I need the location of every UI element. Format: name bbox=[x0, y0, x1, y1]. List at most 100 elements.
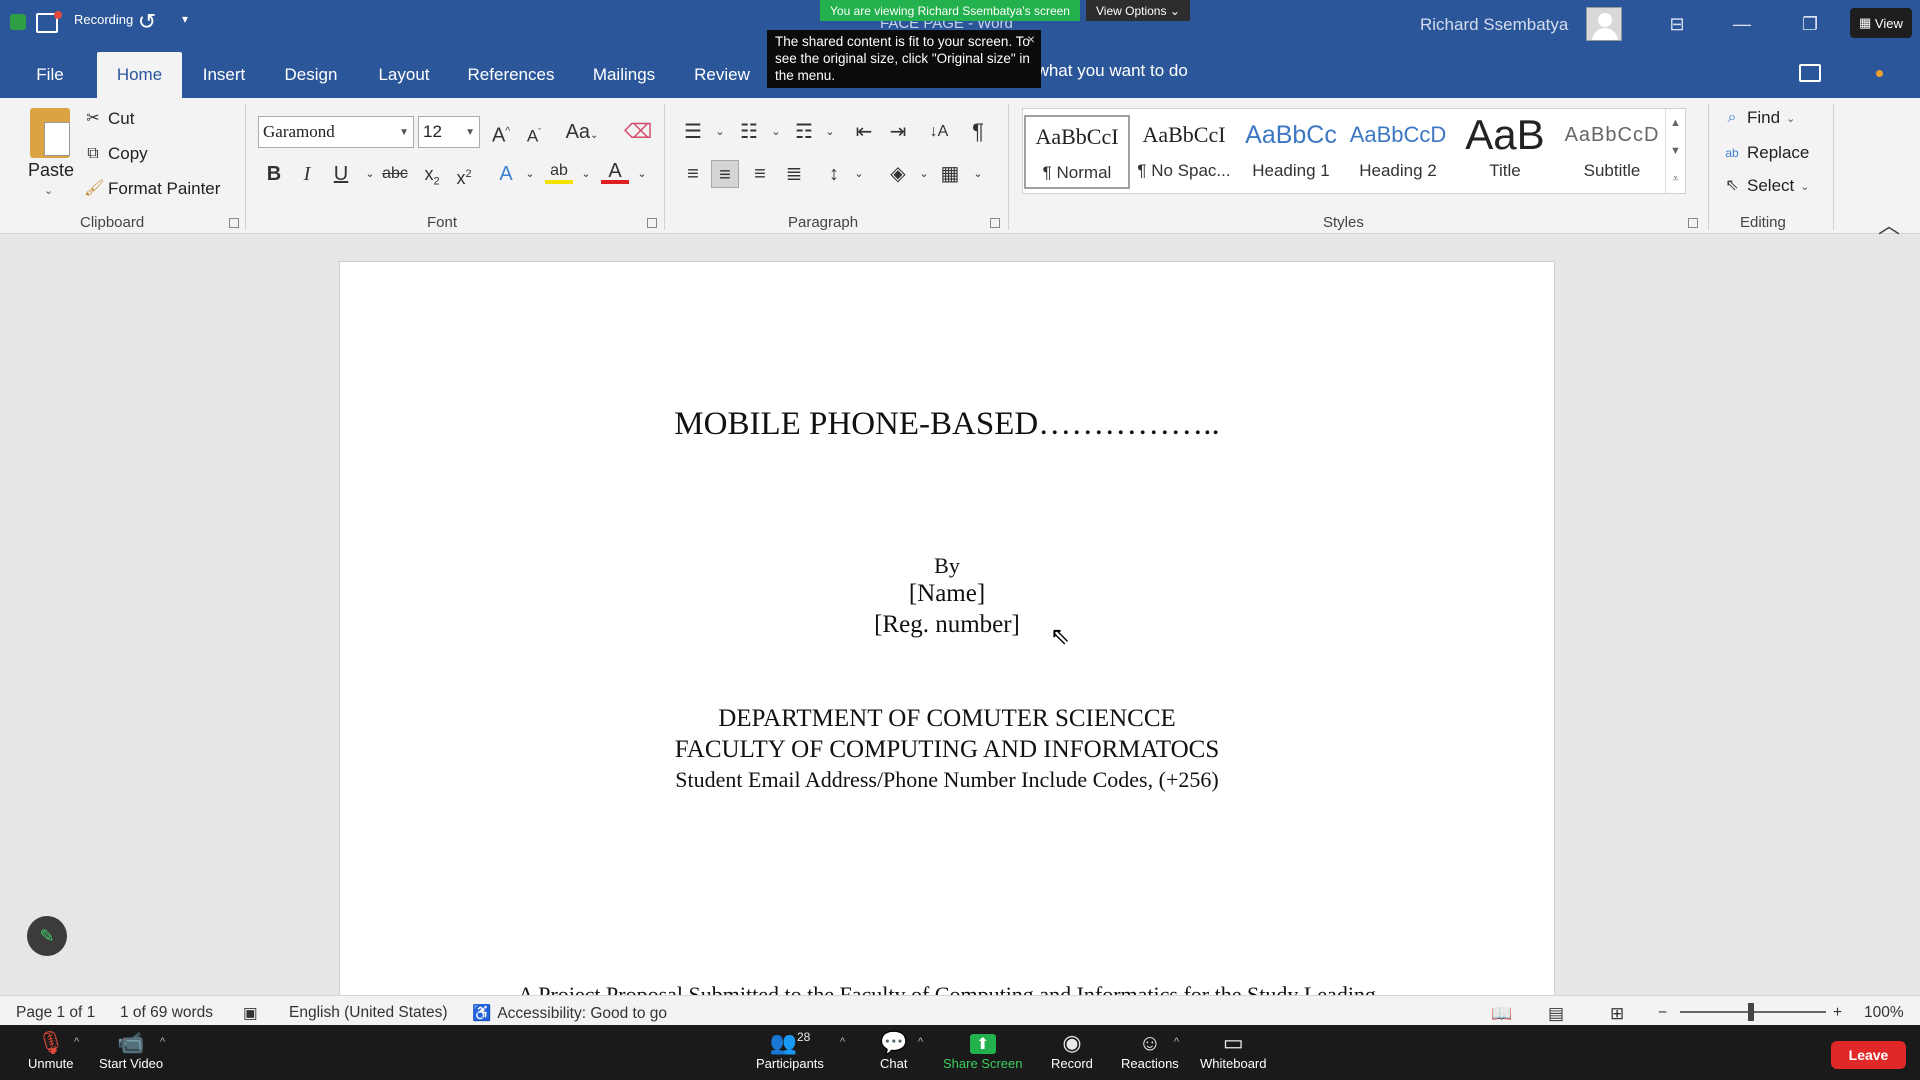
record-button[interactable]: ◉ Record bbox=[1051, 1030, 1093, 1071]
font-launcher-icon[interactable] bbox=[647, 218, 657, 228]
user-avatar[interactable] bbox=[1586, 7, 1622, 41]
page-count[interactable]: Page 1 of 1 bbox=[16, 1004, 95, 1022]
decrease-indent-icon[interactable]: ⇤ bbox=[850, 118, 878, 146]
numbering-icon[interactable]: ☷ bbox=[735, 118, 763, 146]
paragraph-launcher-icon[interactable] bbox=[990, 218, 1000, 228]
show-formatting-marks-icon[interactable]: ¶ bbox=[964, 118, 992, 146]
accessibility-status[interactable]: ♿ Accessibility: Good to go bbox=[472, 1004, 667, 1023]
font-size-select[interactable]: 12 ▼ bbox=[418, 116, 480, 148]
quick-access-dropdown-icon[interactable]: ▾ bbox=[182, 12, 188, 26]
user-name[interactable]: Richard Ssembatya bbox=[1420, 15, 1568, 35]
italic-button[interactable]: I bbox=[293, 160, 321, 188]
zoom-out-icon[interactable]: − bbox=[1658, 1004, 1667, 1022]
highlight-dropdown-icon[interactable]: ⌄ bbox=[572, 160, 600, 188]
language-status[interactable]: English (United States) bbox=[289, 1004, 448, 1022]
style-no-spacing[interactable]: AaBbCcI ¶ No Spac... bbox=[1131, 115, 1237, 189]
copy-button[interactable]: ⧉ Copy bbox=[84, 144, 147, 164]
shading-dropdown-icon[interactable]: ⌄ bbox=[910, 160, 938, 188]
align-right-icon[interactable]: ≡ bbox=[746, 160, 774, 188]
styles-scroll[interactable]: ▲ ▼ ⩡ bbox=[1665, 109, 1685, 193]
tab-mailings[interactable]: Mailings bbox=[585, 52, 663, 98]
select-button[interactable]: ⇖ Select ⌄ bbox=[1723, 176, 1809, 196]
zoom-slider-thumb[interactable] bbox=[1748, 1003, 1754, 1021]
multilevel-list-icon[interactable]: ☶ bbox=[790, 118, 818, 146]
shading-icon[interactable]: ◈ bbox=[884, 160, 912, 188]
clipboard-launcher-icon[interactable] bbox=[229, 218, 239, 228]
share-screen-button[interactable]: ⬆ Share Screen bbox=[943, 1030, 1023, 1071]
highlight-color-icon[interactable]: ab bbox=[545, 160, 573, 184]
sort-icon[interactable]: ↓A bbox=[925, 118, 953, 146]
tab-file[interactable]: File bbox=[26, 52, 74, 98]
zoom-in-icon[interactable]: + bbox=[1833, 1004, 1842, 1022]
style-subtitle[interactable]: AaBbCcD Subtitle bbox=[1559, 115, 1665, 189]
web-layout-icon[interactable]: ⊞ bbox=[1610, 1004, 1624, 1024]
tab-insert[interactable]: Insert bbox=[195, 52, 253, 98]
comments-icon[interactable] bbox=[1799, 64, 1821, 82]
increase-indent-icon[interactable]: ⇥ bbox=[884, 118, 912, 146]
format-painter-button[interactable]: 🖌 Format Painter bbox=[84, 179, 220, 199]
view-options-button[interactable]: View Options ⌄ bbox=[1086, 0, 1190, 21]
style-heading-1[interactable]: AaBbCc Heading 1 bbox=[1238, 115, 1344, 189]
bullets-icon[interactable]: ☰ bbox=[679, 118, 707, 146]
unmute-button[interactable]: 🎙 Unmute bbox=[28, 1030, 74, 1071]
ribbon-display-icon[interactable]: ⊟ bbox=[1665, 12, 1689, 36]
paste-icon[interactable] bbox=[30, 108, 70, 158]
underline-dropdown-icon[interactable]: ⌄ bbox=[356, 160, 384, 188]
bold-button[interactable]: B bbox=[260, 160, 288, 188]
justify-icon[interactable]: ≣ bbox=[780, 160, 808, 188]
reactions-chevron-icon[interactable]: ^ bbox=[1174, 1036, 1179, 1048]
restore-icon[interactable]: ❐ bbox=[1798, 12, 1822, 36]
styles-launcher-icon[interactable] bbox=[1688, 218, 1698, 228]
shrink-font-icon[interactable]: Aˇ bbox=[520, 118, 548, 146]
underline-button[interactable]: U bbox=[327, 160, 355, 188]
tab-review[interactable]: Review bbox=[688, 52, 756, 98]
text-effects-dropdown-icon[interactable]: ⌄ bbox=[516, 160, 544, 188]
video-options-chevron-icon[interactable]: ^ bbox=[160, 1036, 165, 1048]
chat-button[interactable]: 💬 Chat bbox=[880, 1030, 907, 1071]
font-color-dropdown-icon[interactable]: ⌄ bbox=[628, 160, 656, 188]
audio-options-chevron-icon[interactable]: ^ bbox=[74, 1036, 79, 1048]
zoom-view-button[interactable]: ▦ View bbox=[1850, 8, 1912, 38]
annotate-pen-icon[interactable]: ✎ bbox=[27, 916, 67, 956]
multilevel-dropdown-icon[interactable]: ⌄ bbox=[816, 118, 844, 146]
font-name-select[interactable]: Garamond ▼ bbox=[258, 116, 414, 148]
whiteboard-button[interactable]: ▭ Whiteboard bbox=[1200, 1030, 1266, 1071]
align-left-icon[interactable]: ≡ bbox=[679, 160, 707, 188]
bullets-dropdown-icon[interactable]: ⌄ bbox=[706, 118, 734, 146]
tab-design[interactable]: Design bbox=[275, 52, 347, 98]
replace-button[interactable]: ab Replace bbox=[1723, 143, 1809, 163]
participants-chevron-icon[interactable]: ^ bbox=[840, 1036, 845, 1048]
strikethrough-button[interactable]: abc bbox=[381, 160, 409, 188]
paste-button[interactable]: Paste bbox=[28, 160, 74, 181]
style-title[interactable]: AaB Title bbox=[1452, 115, 1558, 189]
reactions-button[interactable]: ☺ Reactions bbox=[1121, 1030, 1179, 1071]
find-button[interactable]: ⌕ Find ⌄ bbox=[1723, 108, 1796, 128]
borders-dropdown-icon[interactable]: ⌄ bbox=[964, 160, 992, 188]
word-count[interactable]: 1 of 69 words bbox=[120, 1004, 213, 1022]
tab-layout[interactable]: Layout bbox=[370, 52, 438, 98]
line-spacing-icon[interactable]: ↕ bbox=[820, 160, 848, 188]
style-normal[interactable]: AaBbCcI ¶ Normal bbox=[1024, 115, 1130, 189]
proofing-icon[interactable]: ▣ bbox=[243, 1004, 258, 1023]
participants-button[interactable]: 👥28 Participants bbox=[756, 1030, 824, 1071]
document-page[interactable]: MOBILE PHONE-BASED…………….. By [Name] [Reg… bbox=[339, 261, 1555, 1001]
grow-font-icon[interactable]: A^ bbox=[487, 118, 515, 147]
leave-button[interactable]: Leave bbox=[1831, 1041, 1906, 1069]
numbering-dropdown-icon[interactable]: ⌄ bbox=[762, 118, 790, 146]
minimize-icon[interactable]: — bbox=[1730, 12, 1754, 36]
align-center-icon[interactable]: ≡ bbox=[711, 160, 739, 188]
paste-dropdown-icon[interactable]: ⌄ bbox=[44, 184, 53, 197]
print-layout-icon[interactable]: ▤ bbox=[1548, 1004, 1564, 1024]
line-spacing-dropdown-icon[interactable]: ⌄ bbox=[845, 160, 873, 188]
chat-chevron-icon[interactable]: ^ bbox=[918, 1036, 923, 1048]
change-case-icon[interactable]: Aa⌄ bbox=[562, 118, 602, 146]
zoom-level[interactable]: 100% bbox=[1864, 1004, 1904, 1022]
superscript-button[interactable]: x2 bbox=[450, 160, 478, 188]
clear-formatting-icon[interactable]: ⌫ bbox=[624, 118, 652, 146]
save-icon[interactable] bbox=[36, 11, 62, 33]
tab-references[interactable]: References bbox=[462, 52, 560, 98]
start-video-button[interactable]: 📹 Start Video bbox=[99, 1030, 163, 1071]
style-heading-2[interactable]: AaBbCcD Heading 2 bbox=[1345, 115, 1451, 189]
borders-icon[interactable]: ▦ bbox=[936, 160, 964, 188]
tab-home[interactable]: Home bbox=[97, 52, 182, 98]
